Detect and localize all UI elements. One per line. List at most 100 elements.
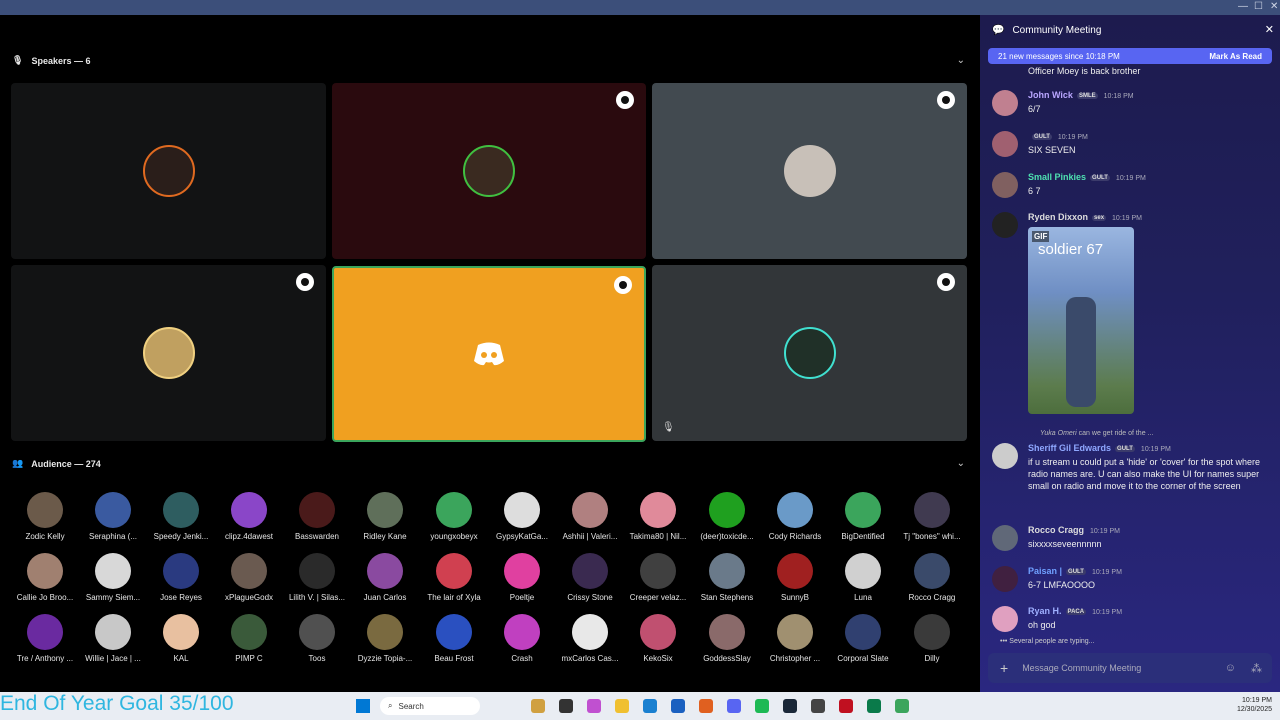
avatar (914, 492, 950, 528)
audience-member[interactable]: Callie Jo Broo... (11, 553, 79, 602)
folder-icon[interactable] (615, 699, 629, 713)
audience-member[interactable]: xPlagueGodx (215, 553, 283, 602)
audience-name: PIMP C (235, 654, 263, 663)
avatar[interactable] (992, 606, 1018, 632)
audience-member[interactable]: Dyzzie Topia-... (351, 614, 419, 663)
maximize-icon[interactable]: ☐ (1254, 1, 1263, 12)
audience-member[interactable]: Dilly (898, 614, 966, 663)
speaker-tile[interactable] (11, 83, 326, 259)
speaker-tile[interactable] (652, 83, 967, 259)
audience-member[interactable]: Zodic Kelly (11, 492, 79, 541)
audience-member[interactable]: Christopher ... (761, 614, 829, 663)
audience-member[interactable]: Ridley Kane (351, 492, 419, 541)
audience-member[interactable]: Crash (488, 614, 556, 663)
username[interactable]: Ryan H. PACA 10:19 PM (1028, 606, 1122, 616)
audience-member[interactable]: Toos (283, 614, 351, 663)
avatar[interactable] (992, 90, 1018, 116)
audience-member[interactable]: Takima80 | Nil... (624, 492, 692, 541)
audience-member[interactable]: Luna (829, 553, 897, 602)
audience-member[interactable]: Tre / Anthony ... (11, 614, 79, 663)
spotify-icon[interactable] (755, 699, 769, 713)
game-icon[interactable] (895, 699, 909, 713)
audience-member[interactable]: Creeper velaz... (624, 553, 692, 602)
username[interactable]: Paisan | GULT 10:19 PM (1028, 566, 1122, 576)
new-messages-bar[interactable]: 21 new messages since 10:18 PM Mark As R… (988, 48, 1272, 64)
username[interactable]: Ryden Dixxon sex 10:19 PM (1028, 212, 1142, 222)
valorant-icon[interactable] (839, 699, 853, 713)
audience-member[interactable]: (deer)toxicde... (693, 492, 761, 541)
username[interactable]: Sheriff Gil Edwards GULT 10:19 PM (1028, 443, 1171, 453)
audience-member[interactable]: Beau Frost (420, 614, 488, 663)
audience-member[interactable]: KAL (147, 614, 215, 663)
audience-member[interactable]: Ashhii | Valeri... (556, 492, 624, 541)
chevron-down-icon[interactable]: ⌄ (957, 55, 965, 66)
audience-member[interactable]: Lilith V. | Silas... (283, 553, 351, 602)
steam-icon[interactable] (783, 699, 797, 713)
avatar[interactable] (992, 525, 1018, 551)
mark-as-read-button[interactable]: Mark As Read (1209, 52, 1262, 61)
app-icon[interactable] (811, 699, 825, 713)
gif-image[interactable]: GIF soldier 67 (1028, 227, 1134, 414)
audience-member[interactable]: GoddessSlay (693, 614, 761, 663)
username[interactable]: John Wick SMLE 10:18 PM (1028, 90, 1134, 100)
speaker-tile[interactable] (332, 83, 646, 259)
speaker-tile[interactable]: 🎙 (652, 265, 967, 441)
chevron-down-icon[interactable]: ⌄ (957, 458, 965, 469)
username[interactable]: GULT 10:19 PM (1028, 131, 1088, 141)
avatar[interactable] (992, 443, 1018, 469)
terminal-icon[interactable] (559, 699, 573, 713)
notepad-icon[interactable] (867, 699, 881, 713)
speaker-tile-active[interactable] (332, 266, 646, 442)
audience-member[interactable]: The lair of Xyla (420, 553, 488, 602)
edge-icon[interactable] (643, 699, 657, 713)
audience-member[interactable]: Corporal Slate (829, 614, 897, 663)
username[interactable]: Rocco Cragg 10:19 PM (1028, 525, 1120, 535)
audience-member[interactable]: BigDentified (829, 492, 897, 541)
audience-member[interactable]: mxCarlos Cas... (556, 614, 624, 663)
speaker-tile[interactable] (11, 265, 326, 441)
avatar[interactable] (992, 212, 1018, 238)
emoji-icon[interactable]: ☺ (1225, 662, 1236, 674)
store-icon[interactable] (671, 699, 685, 713)
audience-member[interactable]: Poeltje (488, 553, 556, 602)
audience-member[interactable]: Rocco Cragg (898, 553, 966, 602)
audience-member[interactable]: Jose Reyes (147, 553, 215, 602)
username[interactable]: Small Pinkies GULT 10:19 PM (1028, 172, 1146, 182)
close-icon[interactable]: ✕ (1265, 23, 1274, 36)
avatar[interactable] (992, 131, 1018, 157)
apps-icon[interactable]: ⁂ (1251, 662, 1262, 675)
audience-member[interactable]: SunnyB (761, 553, 829, 602)
audience-member[interactable]: Cody Richards (761, 492, 829, 541)
audience-member[interactable]: Tj "bones" whi... (898, 492, 966, 541)
explorer-icon[interactable] (531, 699, 545, 713)
audience-member[interactable]: youngxobeyx (420, 492, 488, 541)
minimize-icon[interactable]: — (1238, 1, 1248, 12)
window-titlebar: — ☐ ✕ (0, 0, 1280, 15)
audience-member[interactable]: Juan Carlos (351, 553, 419, 602)
windows-start-icon[interactable] (356, 699, 370, 713)
audience-member[interactable]: Sammy Siem... (79, 553, 147, 602)
copilot-icon[interactable] (587, 699, 601, 713)
audience-member[interactable]: Speedy Jenki... (147, 492, 215, 541)
audience-member[interactable]: Stan Stephens (693, 553, 761, 602)
avatar[interactable] (992, 172, 1018, 198)
audience-member[interactable]: PIMP C (215, 614, 283, 663)
audience-member[interactable]: Seraphina (... (79, 492, 147, 541)
clock[interactable]: 10:19 PM 12/30/2025 (1237, 696, 1272, 714)
audience-member[interactable]: Basswarden (283, 492, 351, 541)
plus-icon[interactable]: + (1000, 660, 1008, 676)
reply-preview[interactable]: Yuka Omeri can we get ride of the ... (1040, 430, 1153, 437)
close-window-icon[interactable]: ✕ (1270, 1, 1278, 12)
audience-member[interactable]: Crissy Stone (556, 553, 624, 602)
audience-member[interactable]: clipz.4dawest (215, 492, 283, 541)
avatar (299, 553, 335, 589)
audience-name: Zodic Kelly (25, 532, 65, 541)
audience-member[interactable]: Willie | Jace | ... (79, 614, 147, 663)
avatar[interactable] (992, 566, 1018, 592)
firefox-icon[interactable] (699, 699, 713, 713)
discord-icon[interactable] (727, 699, 741, 713)
taskbar-search[interactable]: ⌕ Search (380, 697, 480, 715)
audience-member[interactable]: KekoSix (624, 614, 692, 663)
audience-member[interactable]: GypsyKatGa... (488, 492, 556, 541)
message-input[interactable]: + Message Community Meeting ☺ ⁂ (988, 653, 1272, 683)
